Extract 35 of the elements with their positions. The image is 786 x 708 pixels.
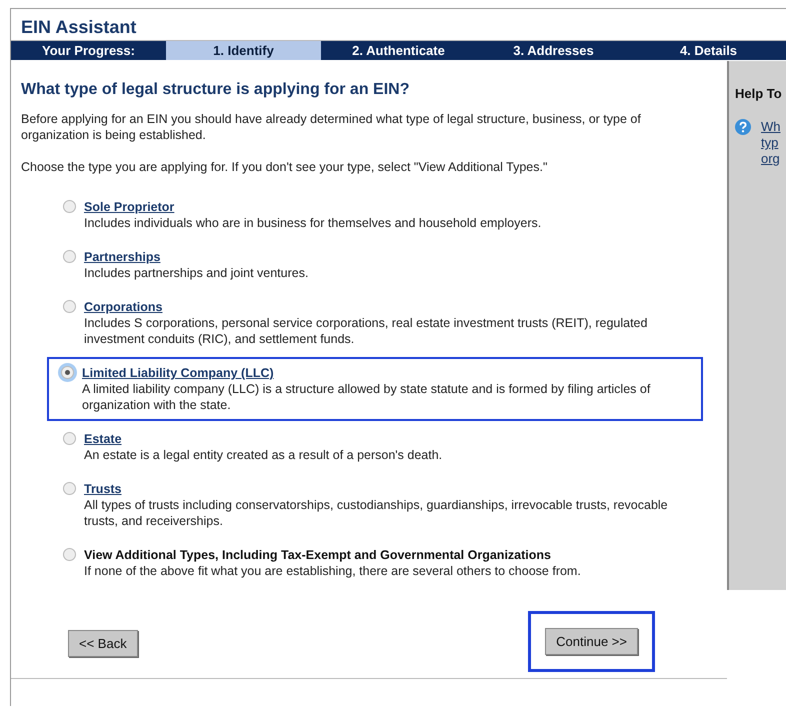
- option-label[interactable]: View Additional Types, Including Tax-Exempt and Governmental Organizations: [84, 547, 551, 563]
- radio-button[interactable]: [63, 432, 76, 445]
- option-description: If none of the above fit what you are establishing, there are several others to choose from.: [84, 563, 581, 579]
- help-title: Help To: [735, 86, 782, 101]
- intro-text: Before applying for an EIN you should have already determined what type of legal structure, business, or type of organization is being established.: [21, 111, 642, 143]
- radio-button[interactable]: [63, 250, 76, 263]
- continue-button[interactable]: Continue >>: [545, 628, 638, 655]
- option-description: All types of trusts including conservatorships, custodianships, guardianships, irrevocable trusts, revocable trusts, and receiverships.: [84, 497, 669, 529]
- radio-button[interactable]: [61, 366, 74, 379]
- option-link[interactable]: Limited Liability Company (LLC): [82, 365, 274, 381]
- progress-step: 1. Identify: [166, 41, 321, 60]
- progress-step: 4. Details: [631, 41, 786, 60]
- option-description: Includes partnerships and joint ventures.: [84, 265, 308, 281]
- option-link[interactable]: Corporations: [84, 299, 162, 315]
- question-heading: What type of legal structure is applying for an EIN?: [21, 81, 410, 99]
- radio-button[interactable]: [63, 200, 76, 213]
- radio-button[interactable]: [63, 548, 76, 561]
- back-button[interactable]: << Back: [68, 630, 138, 657]
- option-description: An estate is a legal entity created as a result of a person's death.: [84, 447, 442, 463]
- help-icon: [735, 119, 751, 135]
- option-description: Includes S corporations, personal service corporations, real estate investment trusts (REIT), regulated investment conduits (RIC), and settlement funds.: [84, 315, 648, 347]
- progress-step: 2. Authenticate: [321, 41, 476, 60]
- option-link[interactable]: Trusts: [84, 481, 122, 497]
- radio-button[interactable]: [63, 482, 76, 495]
- option-link[interactable]: Partnerships: [84, 249, 160, 265]
- radio-button[interactable]: [63, 300, 76, 313]
- option-description: Includes individuals who are in business for themselves and household employers.: [84, 215, 542, 231]
- option-description: A limited liability company (LLC) is a structure allowed by state statute and is formed by filing articles of organization with the state.: [82, 381, 652, 413]
- help-link[interactable]: Wh typ org: [761, 119, 780, 167]
- progress-label: Your Progress:: [41, 42, 136, 60]
- window-title: EIN Assistant: [21, 17, 138, 38]
- progress-step: 3. Addresses: [476, 41, 631, 60]
- option-link[interactable]: Sole Proprietor: [84, 199, 174, 215]
- option-link[interactable]: Estate: [84, 431, 122, 447]
- instruction-text: Choose the type you are applying for. If you don't see your type, select "View Additional Types.": [21, 159, 548, 175]
